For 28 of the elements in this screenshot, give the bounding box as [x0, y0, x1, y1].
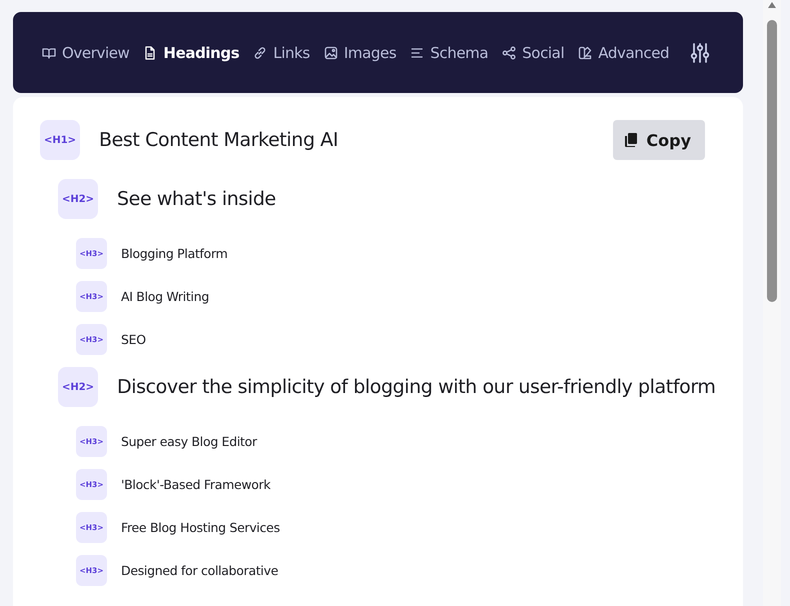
heading-text: Designed for collaborative: [121, 563, 278, 578]
heading-text: Blogging Platform: [121, 246, 228, 261]
share-icon: [501, 44, 518, 60]
heading-text: Best Content Marketing AI: [99, 129, 338, 151]
scrollbar[interactable]: [763, 0, 781, 606]
heading-tag-badge: <H1>: [40, 120, 80, 160]
tab[interactable]: Overview: [41, 44, 130, 62]
tab[interactable]: Headings: [142, 44, 240, 62]
image-icon: [322, 44, 339, 60]
copy-button[interactable]: Copy: [613, 120, 705, 160]
palette-icon: [577, 44, 594, 60]
heading-text: Super easy Blog Editor: [121, 434, 257, 449]
copy-icon: [625, 133, 638, 147]
heading-text: Discover the simplicity of blogging with our user-friendly platform: [117, 376, 716, 398]
tab[interactable]: Social: [501, 44, 564, 62]
scroll-up-arrow-icon[interactable]: [768, 2, 776, 8]
heading-text: 'Block'-Based Framework: [121, 477, 270, 492]
heading-text: See what's inside: [117, 188, 276, 210]
heading-tag-badge: <H2>: [58, 179, 98, 219]
heading-tag-badge: <H2>: [58, 367, 98, 407]
tab[interactable]: Links: [252, 44, 310, 62]
heading-text: SEO: [121, 332, 146, 347]
heading-text: Free Blog Hosting Services: [121, 520, 280, 535]
tab[interactable]: Schema: [409, 44, 488, 62]
tab[interactable]: Images: [322, 44, 396, 62]
tab[interactable]: Advanced: [577, 44, 670, 62]
heading-text: AI Blog Writing: [121, 289, 209, 304]
sliders-icon[interactable]: [690, 42, 710, 64]
